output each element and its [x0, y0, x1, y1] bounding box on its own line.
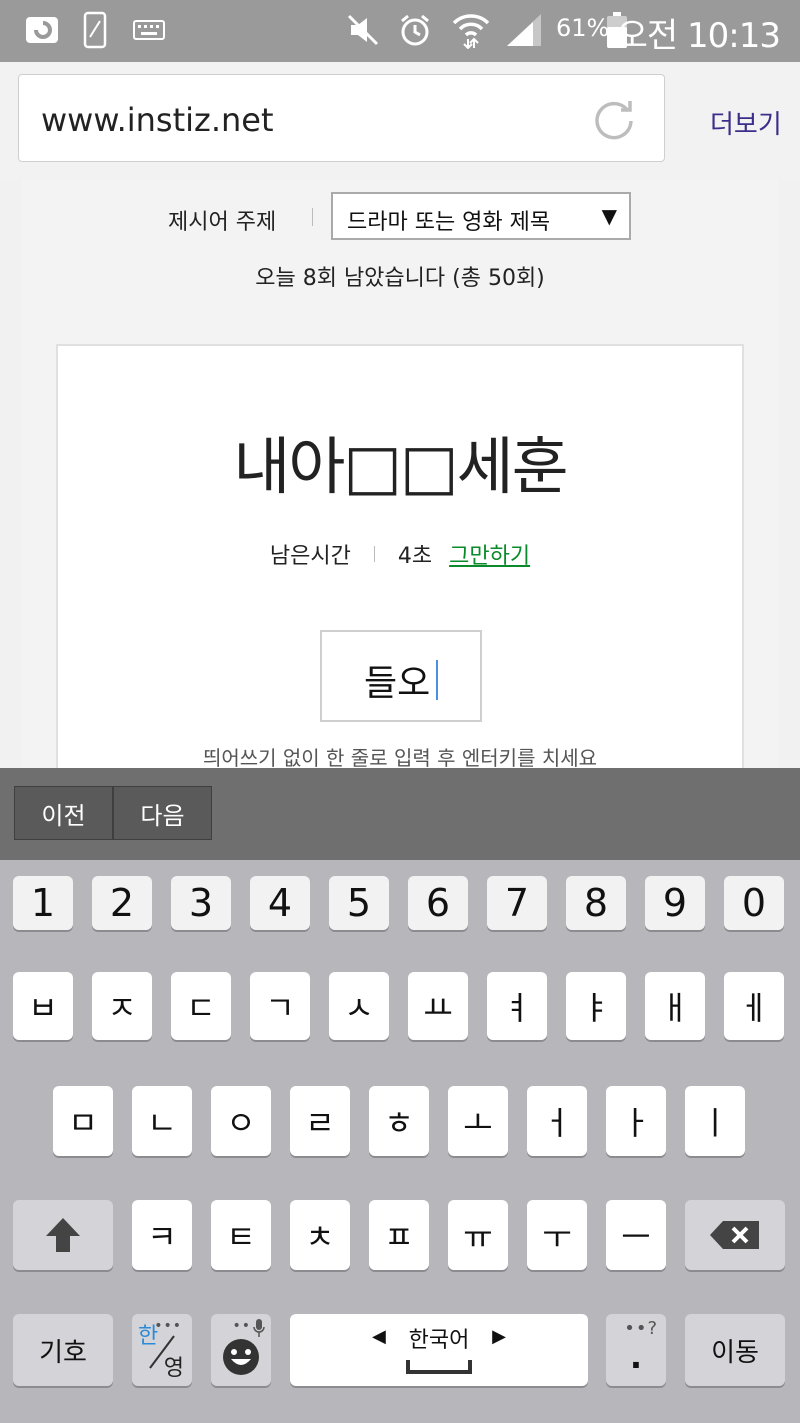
- key-hieut[interactable]: ㅎ: [369, 1086, 429, 1156]
- key-9[interactable]: 9: [645, 876, 705, 930]
- signal-icon: [504, 10, 544, 50]
- key-siot[interactable]: ㅅ: [329, 972, 389, 1040]
- key-bieup[interactable]: ㅂ: [13, 972, 73, 1040]
- answer-input[interactable]: 들오: [320, 630, 482, 722]
- key-3[interactable]: 3: [171, 876, 231, 930]
- backspace-key[interactable]: [685, 1200, 785, 1270]
- period-label: .: [629, 1338, 643, 1376]
- period-key[interactable]: ••? .: [606, 1314, 666, 1386]
- lang-english-label: 영: [163, 1356, 184, 1381]
- key-giyeok[interactable]: ㄱ: [250, 972, 310, 1040]
- key-tieut[interactable]: ㅌ: [211, 1200, 271, 1270]
- key-rieul[interactable]: ㄹ: [290, 1086, 350, 1156]
- phone-icon: [82, 10, 108, 50]
- space-key[interactable]: ◀ 한국어 ▶: [290, 1314, 588, 1386]
- key-kieuk[interactable]: ㅋ: [132, 1200, 192, 1270]
- key-ya[interactable]: ㅑ: [566, 972, 626, 1040]
- answer-value: 들오: [364, 663, 431, 704]
- key-jieut[interactable]: ㅈ: [92, 972, 152, 1040]
- key-5[interactable]: 5: [329, 876, 389, 930]
- key-yeo[interactable]: ㅕ: [487, 972, 547, 1040]
- puzzle-text: 내아□□세훈: [233, 430, 568, 503]
- smiley-icon: [223, 1339, 259, 1375]
- time-label: 남은시간: [269, 544, 351, 569]
- key-eu[interactable]: ㅡ: [606, 1200, 666, 1270]
- key-yu[interactable]: ㅠ: [448, 1200, 508, 1270]
- more-dots-icon: ••: [232, 1318, 251, 1334]
- mute-icon: [344, 10, 382, 50]
- divider: [312, 208, 313, 226]
- text-cursor: [436, 660, 438, 700]
- url-field[interactable]: www.instiz.net: [18, 74, 665, 162]
- language-toggle-key[interactable]: 한 ••• 영: [132, 1314, 192, 1386]
- key-yo[interactable]: ㅛ: [408, 972, 468, 1040]
- clock: 오전 10:13: [616, 16, 781, 56]
- timer-row: 남은시간 4초 그만하기: [58, 538, 742, 570]
- key-chieut[interactable]: ㅊ: [290, 1200, 350, 1270]
- topic-select[interactable]: 드라마 또는 영화 제목 ▼: [331, 192, 631, 240]
- battery-percent: 61%: [556, 14, 610, 42]
- hint-text: 띄어쓰기 없이 한 줄로 입력 후 엔터키를 치세요: [202, 746, 598, 770]
- keyboard: 1 2 3 4 5 6 7 8 9 0 ㅂ ㅈ ㄷ ㄱ ㅅ ㅛ ㅕ ㅑ ㅐ ㅔ …: [0, 860, 800, 1423]
- keyboard-icon: [132, 10, 166, 50]
- key-1[interactable]: 1: [13, 876, 73, 930]
- key-digeut[interactable]: ㄷ: [171, 972, 231, 1040]
- space-bar-icon: [406, 1360, 472, 1374]
- chevron-right-icon: ▶: [492, 1326, 506, 1347]
- key-i[interactable]: ㅣ: [685, 1086, 745, 1156]
- reload-icon[interactable]: [590, 95, 638, 143]
- key-8[interactable]: 8: [566, 876, 626, 930]
- carrier-icon: [22, 10, 62, 50]
- key-ieung[interactable]: ㅇ: [211, 1086, 271, 1156]
- topic-select-value: 드라마 또는 영화 제목: [347, 210, 551, 235]
- key-ae[interactable]: ㅐ: [645, 972, 705, 1040]
- key-pieup[interactable]: ㅍ: [369, 1200, 429, 1270]
- key-6[interactable]: 6: [408, 876, 468, 930]
- key-e[interactable]: ㅔ: [724, 972, 784, 1040]
- topic-label: 제시어 주제: [168, 210, 277, 235]
- key-mieum[interactable]: ㅁ: [53, 1086, 113, 1156]
- wifi-icon: [450, 10, 492, 50]
- divider: [373, 546, 375, 562]
- key-o[interactable]: ㅗ: [448, 1086, 508, 1156]
- url-text: www.instiz.net: [41, 101, 274, 139]
- remaining-count: 오늘 8회 남았습니다 (총 50회): [255, 266, 545, 291]
- space-label: 한국어: [408, 1328, 470, 1353]
- shift-key[interactable]: [13, 1200, 113, 1270]
- key-7[interactable]: 7: [487, 876, 547, 930]
- key-2[interactable]: 2: [92, 876, 152, 930]
- status-bar: 61% 오전 10:13: [0, 0, 800, 62]
- stop-link[interactable]: 그만하기: [449, 538, 530, 570]
- key-4[interactable]: 4: [250, 876, 310, 930]
- emoji-key[interactable]: ••: [211, 1314, 271, 1386]
- alarm-icon: [396, 10, 434, 50]
- key-0[interactable]: 0: [724, 876, 784, 930]
- dropdown-arrow-icon: ▼: [601, 204, 617, 228]
- key-nieun[interactable]: ㄴ: [132, 1086, 192, 1156]
- prev-button[interactable]: 이전: [14, 786, 113, 840]
- next-button[interactable]: 다음: [113, 786, 212, 840]
- time-value: 4초: [397, 544, 433, 569]
- question-mark-hint-icon: ••?: [624, 1318, 658, 1339]
- key-a[interactable]: ㅏ: [606, 1086, 666, 1156]
- quiz-card: 내아□□세훈 남은시간 4초 그만하기 들오 띄어쓰기 없이 한 줄로 입력 후…: [56, 344, 744, 784]
- game-area: 제시어 주제 드라마 또는 영화 제목 ▼ 오늘 8회 남았습니다 (총 50회…: [22, 180, 778, 784]
- symbols-key[interactable]: 기호: [13, 1314, 113, 1386]
- mic-icon: [253, 1319, 265, 1337]
- more-button[interactable]: 더보기: [710, 104, 782, 141]
- backspace-icon: [710, 1221, 759, 1249]
- keyboard-toolbar: 이전 다음: [0, 768, 800, 860]
- shift-arrow-icon: [46, 1218, 80, 1252]
- browser-toolbar: www.instiz.net 더보기: [0, 62, 800, 180]
- key-eo[interactable]: ㅓ: [527, 1086, 587, 1156]
- topic-row: 제시어 주제 드라마 또는 영화 제목 ▼: [22, 190, 778, 242]
- key-u[interactable]: ㅜ: [527, 1200, 587, 1270]
- move-key[interactable]: 이동: [685, 1314, 785, 1386]
